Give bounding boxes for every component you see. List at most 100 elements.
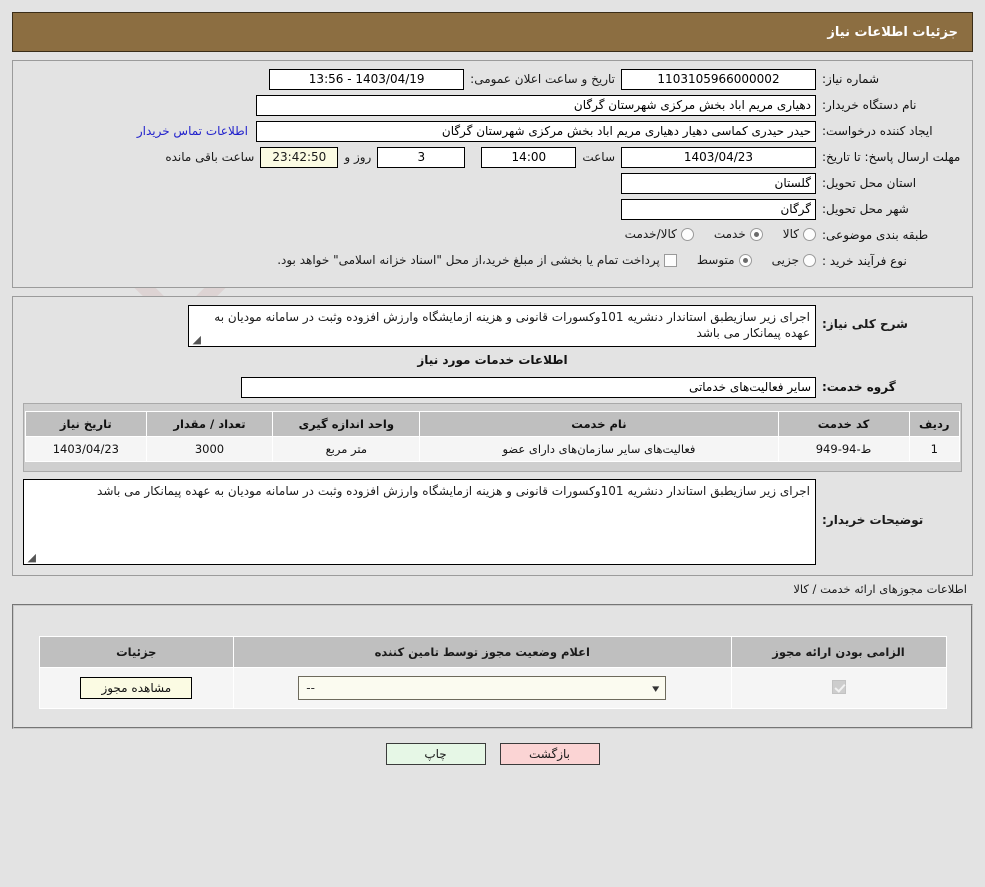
th-permit-status: اعلام وضعیت مجوز توسط تامین کننده bbox=[233, 636, 732, 668]
need-description-panel: شرح کلی نیاز: اجرای زیر سازیطبق استاندار… bbox=[12, 296, 973, 576]
row-requester: ایجاد کننده درخواست: حیدر حیدری کماسی ده… bbox=[23, 121, 962, 143]
permits-table-header-row: الزامی بودن ارائه مجوز اعلام وضعیت مجوز … bbox=[38, 636, 947, 668]
footer-buttons: بازگشت چاپ bbox=[0, 743, 985, 765]
resize-grip-icon[interactable]: ◢ bbox=[191, 334, 201, 345]
category-label: طبقه بندی موضوعی: bbox=[822, 228, 929, 242]
permits-area: الزامی بودن ارائه مجوز اعلام وضعیت مجوز … bbox=[14, 606, 971, 727]
need-description-textarea[interactable]: اجرای زیر سازیطبق استاندار دنشریه 101وکس… bbox=[188, 305, 816, 347]
need-description-text: اجرای زیر سازیطبق استاندار دنشریه 101وکس… bbox=[214, 310, 810, 340]
table-row: 1 ط-94-949 فعالیت‌های سایر سازمان‌های دا… bbox=[25, 436, 961, 462]
hour-label: ساعت bbox=[582, 150, 615, 164]
cell-permit-status: ▾ -- bbox=[233, 667, 732, 709]
cell-need-date: 1403/04/23 bbox=[25, 436, 147, 462]
table-row: ▾ -- مشاهده مجوز bbox=[38, 667, 947, 709]
radio-category-kala-khedmat-label: کالا/خدمت bbox=[624, 227, 677, 241]
radio-category-kala[interactable] bbox=[803, 227, 816, 241]
print-button[interactable]: چاپ bbox=[385, 743, 486, 765]
permit-required-checkbox bbox=[831, 679, 846, 694]
services-section-title: اطلاعات خدمات مورد نیاز bbox=[417, 353, 568, 367]
city-field[interactable]: گرگان bbox=[621, 199, 816, 220]
countdown-timer-field: 23:42:50 bbox=[260, 147, 339, 168]
need-description-label: شرح کلی نیاز: bbox=[822, 317, 908, 331]
chevron-down-icon: ▾ bbox=[651, 681, 660, 695]
services-table: ردیف کد خدمت نام خدمت واحد اندازه گیری ت… bbox=[25, 411, 961, 462]
city-label: شهر محل تحویل: bbox=[822, 202, 909, 216]
cell-permit-details: مشاهده مجوز bbox=[38, 667, 235, 709]
th-need-date: تاریخ نیاز bbox=[25, 411, 147, 437]
process-label: نوع فرآیند خرید : bbox=[822, 254, 907, 268]
treasury-bonds-label: پرداخت تمام یا بخشی از مبلغ خرید،از محل … bbox=[277, 253, 660, 267]
deadline-date-field[interactable]: 1403/04/23 bbox=[621, 147, 816, 168]
need-info-panel: شماره نیاز: 1103105966000002 تاریخ و ساع… bbox=[12, 60, 973, 288]
cell-service-code: ط-94-949 bbox=[777, 436, 910, 462]
th-row-number: ردیف bbox=[908, 411, 961, 437]
cell-permit-required bbox=[730, 667, 947, 709]
need-number-field[interactable]: 1103105966000002 bbox=[621, 69, 816, 90]
th-unit: واحد اندازه گیری bbox=[272, 411, 421, 437]
deadline-time-field[interactable]: 14:00 bbox=[481, 147, 577, 168]
buyer-contact-link[interactable]: اطلاعات تماس خریدار bbox=[129, 121, 256, 138]
page-title-bar: جزئیات اطلاعات نیاز bbox=[12, 12, 973, 52]
permit-status-select[interactable]: ▾ -- bbox=[298, 676, 667, 700]
province-field[interactable]: گلستان bbox=[621, 173, 816, 194]
need-number-label: شماره نیاز: bbox=[822, 72, 879, 86]
row-buyer-org: نام دستگاه خریدار: دهیاری مریم اباد بخش … bbox=[23, 95, 962, 117]
row-province: استان محل تحویل: گلستان bbox=[23, 173, 962, 195]
remaining-days-field[interactable]: 3 bbox=[377, 147, 466, 168]
resize-grip-icon[interactable]: ◢ bbox=[26, 552, 36, 563]
th-service-code: کد خدمت bbox=[777, 411, 910, 437]
deadline-label: مهلت ارسال پاسخ: تا تاریخ: bbox=[822, 150, 961, 164]
row-city: شهر محل تحویل: گرگان bbox=[23, 199, 962, 221]
buyer-org-field[interactable]: دهیاری مریم اباد بخش مرکزی شهرستان گرگان bbox=[256, 95, 816, 116]
radio-category-kala-label: کالا bbox=[782, 227, 799, 241]
th-permit-details: جزئیات bbox=[38, 636, 235, 668]
days-label: روز و bbox=[344, 150, 372, 164]
requester-label: ایجاد کننده درخواست: bbox=[822, 124, 933, 138]
cell-unit: متر مربع bbox=[272, 436, 421, 462]
service-group-label: گروه خدمت: bbox=[822, 380, 896, 394]
cell-quantity: 3000 bbox=[145, 436, 274, 462]
services-table-header-row: ردیف کد خدمت نام خدمت واحد اندازه گیری ت… bbox=[25, 411, 961, 437]
row-need-description: شرح کلی نیاز: اجرای زیر سازیطبق استاندار… bbox=[23, 305, 962, 347]
radio-category-kala-khedmat[interactable] bbox=[680, 227, 694, 241]
buyer-notes-text: اجرای زیر سازیطبق استاندار دنشریه 101وکس… bbox=[97, 484, 810, 498]
page-title: جزئیات اطلاعات نیاز bbox=[827, 24, 958, 40]
cell-row-number: 1 bbox=[908, 436, 961, 462]
radio-process-jozii[interactable] bbox=[803, 253, 816, 267]
permits-section-title: اطلاعات مجوزهای ارائه خدمت / کالا bbox=[793, 582, 967, 596]
row-service-group: گروه خدمت: سایر فعالیت‌های خدماتی bbox=[23, 377, 962, 399]
radio-category-khedmat-label: خدمت bbox=[713, 227, 746, 241]
permit-status-value: -- bbox=[306, 681, 315, 695]
treasury-bonds-checkbox[interactable] bbox=[663, 253, 677, 267]
process-radio-group: جزیی متوسط پرداخت تمام یا بخشی از مبلغ خ… bbox=[277, 251, 816, 267]
page-root: جزئیات اطلاعات نیاز شماره نیاز: 11031059… bbox=[0, 12, 985, 765]
province-label: استان محل تحویل: bbox=[822, 176, 917, 190]
services-table-wrapper: ردیف کد خدمت نام خدمت واحد اندازه گیری ت… bbox=[23, 403, 962, 472]
radio-process-jozii-label: جزیی bbox=[771, 253, 799, 267]
radio-process-motavaset[interactable] bbox=[738, 253, 752, 267]
th-service-name: نام خدمت bbox=[419, 411, 779, 437]
need-info-form: شماره نیاز: 1103105966000002 تاریخ و ساع… bbox=[13, 61, 972, 287]
th-quantity: تعداد / مقدار bbox=[145, 411, 274, 437]
cell-service-name: فعالیت‌های سایر سازمان‌های دارای عضو bbox=[419, 436, 779, 462]
permits-table: الزامی بودن ارائه مجوز اعلام وضعیت مجوز … bbox=[38, 636, 947, 709]
row-category: طبقه بندی موضوعی: کالا خدمت کالا/خدمت bbox=[23, 225, 962, 247]
view-permit-button[interactable]: مشاهده مجوز bbox=[80, 677, 193, 699]
category-radio-group: کالا خدمت کالا/خدمت bbox=[609, 225, 816, 241]
requester-field[interactable]: حیدر حیدری کماسی دهیار دهیاری مریم اباد … bbox=[256, 121, 816, 142]
th-permit-required: الزامی بودن ارائه مجوز bbox=[730, 636, 947, 668]
radio-category-khedmat[interactable] bbox=[749, 227, 763, 241]
permits-panel: الزامی بودن ارائه مجوز اعلام وضعیت مجوز … bbox=[12, 604, 973, 729]
row-process-type: نوع فرآیند خرید : جزیی متوسط پرداخت تمام… bbox=[23, 251, 962, 273]
back-button[interactable]: بازگشت bbox=[499, 743, 600, 765]
row-buyer-notes: توضیحات خریدار: اجرای زیر سازیطبق استاند… bbox=[23, 479, 962, 565]
service-group-field[interactable]: سایر فعالیت‌های خدماتی bbox=[241, 377, 816, 398]
row-need-number: شماره نیاز: 1103105966000002 تاریخ و ساع… bbox=[23, 69, 962, 91]
buyer-notes-textarea[interactable]: اجرای زیر سازیطبق استاندار دنشریه 101وکس… bbox=[23, 479, 816, 565]
row-deadline: مهلت ارسال پاسخ: تا تاریخ: 1403/04/23 سا… bbox=[23, 147, 962, 169]
buyer-org-label: نام دستگاه خریدار: bbox=[822, 98, 917, 112]
buyer-notes-label: توضیحات خریدار: bbox=[822, 513, 924, 527]
announce-datetime-field[interactable]: 1403/04/19 - 13:56 bbox=[269, 69, 465, 90]
countdown-label: ساعت باقی مانده bbox=[165, 150, 255, 164]
announce-label: تاریخ و ساعت اعلان عمومی: bbox=[470, 72, 615, 86]
